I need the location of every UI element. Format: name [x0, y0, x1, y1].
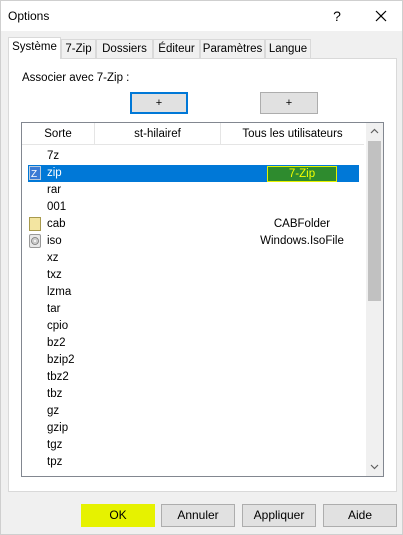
list-item[interactable]: 7z — [22, 148, 364, 165]
list-item[interactable]: tbz — [22, 386, 364, 403]
row-ext: bzip2 — [47, 354, 75, 366]
row-ext: gzip — [47, 422, 69, 434]
row-ext: cab — [47, 218, 66, 230]
vertical-scrollbar[interactable] — [366, 123, 383, 476]
disc-image-icon — [29, 234, 41, 248]
list-item[interactable]: txz — [22, 267, 364, 284]
tab-systeme[interactable]: Système — [8, 37, 61, 59]
list-item[interactable]: 001 — [22, 199, 364, 216]
row-ext: rar — [47, 184, 62, 196]
list-item[interactable]: bz2 — [22, 335, 364, 352]
window-title: Options — [8, 9, 50, 23]
list-item[interactable]: xz — [22, 250, 364, 267]
row-ext: txz — [47, 269, 62, 281]
scroll-down-icon[interactable] — [366, 459, 383, 476]
column-header-sorte[interactable]: Sorte — [22, 123, 95, 145]
tab-7zip[interactable]: 7-Zip — [61, 39, 96, 59]
list-item[interactable]: cab CABFolder — [22, 216, 364, 233]
tab-editeur[interactable]: Éditeur — [153, 39, 200, 59]
row-ext: tgz — [47, 439, 63, 451]
list-item[interactable]: tbz2 — [22, 369, 364, 386]
list-item[interactable]: tgz — [22, 437, 364, 454]
associate-all-users-button[interactable]: + — [260, 92, 318, 114]
list-item[interactable]: bzip2 — [22, 352, 364, 369]
scrollbar-thumb[interactable] — [368, 141, 381, 301]
column-header-user[interactable]: st-hilairef — [95, 123, 221, 145]
tab-parametres[interactable]: Paramètres — [200, 39, 265, 59]
row-ext: tar — [47, 303, 61, 315]
tab-langue[interactable]: Langue — [265, 39, 311, 59]
apply-button[interactable]: Appliquer — [242, 504, 316, 527]
associate-user-button[interactable]: + — [130, 92, 188, 114]
row-ext: tbz — [47, 388, 63, 400]
cancel-button[interactable]: Annuler — [161, 504, 235, 527]
associate-label: Associer avec 7-Zip : — [22, 72, 130, 84]
row-ext: lzma — [47, 286, 72, 298]
row-ext: 7z — [47, 150, 60, 162]
file-association-list[interactable]: Sorte st-hilairef Tous les utilisateurs … — [21, 122, 384, 477]
scroll-up-icon[interactable] — [366, 123, 383, 140]
7zip-archive-icon: Z — [29, 166, 41, 180]
list-item[interactable]: iso Windows.IsoFile — [22, 233, 364, 250]
row-ext: cpio — [47, 320, 69, 332]
svg-text:Z: Z — [31, 169, 37, 179]
help-icon[interactable]: ? — [325, 5, 349, 27]
list-header: Sorte st-hilairef Tous les utilisateurs — [22, 123, 364, 145]
list-item[interactable]: lzma — [22, 284, 364, 301]
row-ext: tpz — [47, 456, 63, 468]
row-ext: gz — [47, 405, 60, 417]
list-item-selected[interactable]: Z zip 7-Zip — [28, 165, 359, 182]
title-bar: Options ? — [1, 1, 402, 31]
help-button[interactable]: Aide — [323, 504, 397, 527]
list-item[interactable]: cpio — [22, 318, 364, 335]
row-ext: bz2 — [47, 337, 66, 349]
tab-dossiers[interactable]: Dossiers — [96, 39, 153, 59]
row-ext: xz — [47, 252, 59, 264]
row-ext: tbz2 — [47, 371, 69, 383]
list-item[interactable]: tpz — [22, 454, 364, 471]
row-ext: 001 — [47, 201, 67, 213]
all-users-association-cell: 7-Zip — [267, 166, 337, 182]
cabinet-file-icon — [29, 217, 41, 231]
list-item[interactable]: gzip — [22, 420, 364, 437]
list-item[interactable]: rar — [22, 182, 364, 199]
ok-button[interactable]: OK — [81, 504, 155, 527]
close-icon[interactable] — [367, 5, 395, 27]
options-dialog: Options ? Système 7-Zip Dossiers Éditeur… — [0, 0, 403, 535]
systeme-panel: Associer avec 7-Zip : + + Sorte st-hilai… — [8, 58, 397, 492]
row-all-users: Windows.IsoFile — [260, 235, 344, 247]
column-header-all-users[interactable]: Tous les utilisateurs — [221, 123, 364, 145]
row-all-users: CABFolder — [273, 218, 331, 230]
row-ext: iso — [47, 235, 62, 247]
list-item[interactable]: tar — [22, 301, 364, 318]
row-ext: zip — [47, 167, 62, 179]
list-item[interactable]: gz — [22, 403, 364, 420]
